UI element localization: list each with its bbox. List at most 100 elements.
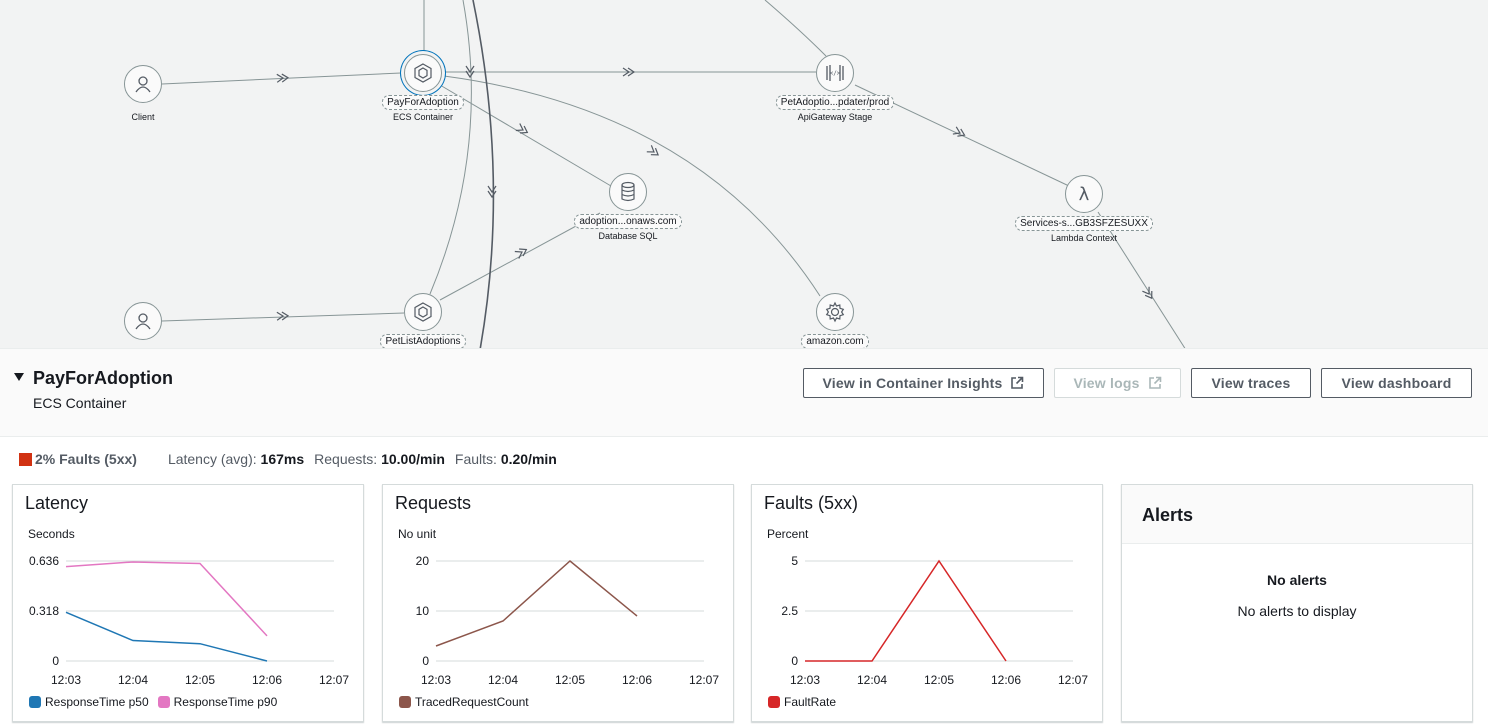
faults-label: Faults: [454,451,497,467]
view-container-insights-button[interactable]: View in Container Insights [803,368,1044,398]
chart-legend: FaultRate [768,695,845,709]
button-label: View traces [1211,375,1291,391]
y-tick-label: 2.5 [781,604,798,618]
x-tick-label: 12:04 [118,673,148,687]
lambda-icon: λ [1065,175,1103,213]
legend-swatch [768,696,780,708]
node-database[interactable]: adoption...onaws.com Database SQL [538,173,718,242]
node-label: Client [131,112,155,122]
alerts-panel: Alerts No alerts No alerts to display [1121,484,1473,722]
node-name: Services-s...GB3SFZESUXX [1015,216,1153,231]
latency-value: 167ms [260,451,305,467]
latency-chart[interactable]: 0 0.318 0.636 12:03 12:04 12:05 12:06 12:07 [13,485,365,695]
collapse-caret-icon[interactable] [14,373,24,381]
x-tick-label: 12:07 [1058,673,1088,687]
y-tick-label: 0 [791,654,798,668]
x-tick-label: 12:05 [185,673,215,687]
x-tick-label: 12:07 [689,673,719,687]
y-tick-label: 10 [416,604,430,618]
latency-label: Latency (avg): [167,451,257,467]
legend-item[interactable]: ResponseTime p50 [29,695,149,709]
legend-swatch [157,696,170,708]
legend-label: ResponseTime p50 [45,695,149,709]
external-link-icon [1148,376,1162,390]
gear-icon [816,293,854,331]
node-petlistadoptions[interactable]: PetListAdoptions ECS Container [333,293,513,348]
node-client[interactable]: Client [53,65,233,122]
series-line [435,560,638,647]
faults-value: 0.20/min [500,451,557,467]
x-tick-label: 12:03 [790,673,820,687]
requests-value: 10.00/min [381,451,445,467]
faults-chart[interactable]: 0 2.5 5 12:03 12:04 12:05 12:06 12:07 [752,485,1104,695]
api-gateway-icon: </> [816,54,854,92]
requests-label: Requests: [314,451,378,467]
view-dashboard-button[interactable]: View dashboard [1321,368,1472,398]
node-name: PetListAdoptions [380,334,466,348]
legend-item[interactable]: FaultRate [768,695,836,709]
node-amazon[interactable]: amazon.com Remote [745,293,925,348]
ecs-container-icon [404,54,442,92]
x-tick-label: 12:06 [252,673,282,687]
database-icon [609,173,647,211]
node-name: amazon.com [801,334,869,348]
health-summary: 2% Faults (5xx) Latency (avg): 167ms Req… [19,450,557,468]
legend-swatch [399,696,411,708]
node-type: ApiGateway Stage [797,112,873,122]
y-tick-label: 0 [52,654,59,668]
node-type: Database SQL [598,231,658,241]
legend-item[interactable]: TracedRequestCount [399,695,529,709]
node-name: adoption...onaws.com [574,214,682,229]
fault-status-square-icon [19,452,32,466]
faults-badge: 2% Faults (5xx) [35,451,137,467]
legend-swatch [29,696,41,708]
view-traces-button[interactable]: View traces [1191,368,1311,398]
service-name: PayForAdoption [33,368,173,388]
node-type: ECS Container [392,112,454,122]
y-tick-label: 0 [422,654,429,668]
legend-label: TracedRequestCount [415,695,529,709]
legend-item[interactable]: ResponseTime p90 [157,695,278,709]
node-payforadoption[interactable]: PayForAdoption ECS Container [333,54,513,123]
node-name: PetAdoptio...pdater/prod [775,95,895,110]
edge-top-to-apigateway [764,0,827,57]
node-name: PayForAdoption [382,95,464,110]
alerts-title: Alerts [1122,485,1472,544]
requests-panel: Requests No unit 0 10 20 12:03 12:04 12:05 12:… [382,484,734,722]
requests-chart[interactable]: 0 10 20 12:03 12:04 12:05 12:06 12:07 [383,485,735,695]
legend-label: ResponseTime p90 [173,695,278,709]
chart-legend: TracedRequestCount [399,695,538,709]
user-icon [124,65,162,103]
node-client-bottom[interactable] [53,302,233,340]
x-tick-label: 12:04 [488,673,518,687]
alerts-empty-title: No alerts [1267,572,1327,588]
service-map[interactable]: Client PayForAdoption ECS Container </> … [0,0,1488,348]
alerts-empty-message: No alerts to display [1237,603,1357,619]
node-type: Lambda Context [1050,233,1118,243]
service-details-header: PayForAdoption ECS Container View in Con… [0,348,1488,437]
y-tick-label: 5 [791,554,798,568]
x-tick-label: 12:05 [924,673,954,687]
external-link-icon [1010,376,1024,390]
x-tick-label: 12:07 [319,673,349,687]
user-icon [124,302,162,340]
x-tick-label: 12:04 [857,673,887,687]
y-tick-label: 0.318 [29,604,59,618]
chart-legend: ResponseTime p50 ResponseTime p90 [29,695,286,709]
edge-offscreen-to-petlist [429,0,472,295]
faults-panel: Faults (5xx) Percent 0 2.5 5 12:03 12:04 12:0… [751,484,1103,722]
latency-panel: Latency Seconds 0 0.318 0.636 12:03 12:04 12:… [12,484,364,722]
x-tick-label: 12:06 [622,673,652,687]
svg-text:</>: </> [830,70,841,77]
y-tick-label: 0.636 [29,554,59,568]
legend-label: FaultRate [784,695,837,709]
x-tick-label: 12:03 [51,673,81,687]
y-tick-label: 20 [416,554,430,568]
node-apigateway[interactable]: </> PetAdoptio...pdater/prod ApiGateway … [745,54,925,123]
series-line [65,611,268,662]
view-logs-button[interactable]: View logs [1054,368,1181,398]
ecs-container-icon [404,293,442,331]
x-tick-label: 12:03 [421,673,451,687]
x-tick-label: 12:05 [555,673,585,687]
node-lambda[interactable]: λ Services-s...GB3SFZESUXX Lambda Contex… [994,175,1174,244]
